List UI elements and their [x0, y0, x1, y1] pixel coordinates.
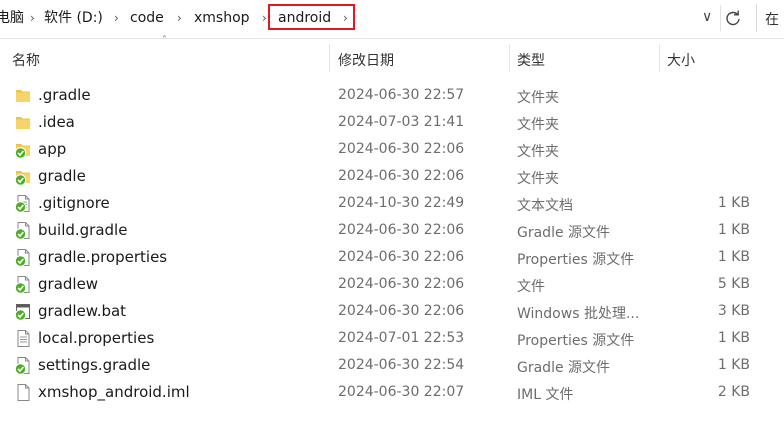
- file-size: 3 KB: [717, 303, 750, 319]
- file-row[interactable]: gradle 2024-06-30 22:06 文件夹: [0, 163, 784, 190]
- chevron-right-icon[interactable]: ›: [177, 9, 182, 27]
- file-size: 1 KB: [717, 195, 750, 211]
- file-synced-icon: [14, 222, 30, 240]
- chevron-down-icon[interactable]: ∨: [702, 9, 712, 25]
- file-type: 文件夹: [517, 171, 559, 187]
- file-date: 2024-07-01 22:53: [338, 330, 465, 346]
- chevron-right-icon[interactable]: ›: [343, 9, 348, 27]
- file-name[interactable]: app: [38, 140, 66, 158]
- file-size: 1 KB: [717, 249, 750, 265]
- file-date: 2024-10-30 22:49: [338, 195, 465, 211]
- folder-icon: [16, 117, 30, 129]
- file-name[interactable]: gradle: [38, 167, 86, 185]
- file-name[interactable]: .gradle: [38, 86, 91, 104]
- file-size: 1 KB: [717, 357, 750, 373]
- file-synced-icon: [14, 276, 30, 294]
- folder-synced-icon: [14, 171, 30, 186]
- file-synced-icon: [14, 357, 30, 375]
- file-name[interactable]: local.properties: [38, 329, 154, 347]
- file-name[interactable]: .idea: [38, 113, 75, 131]
- chevron-right-icon[interactable]: ›: [262, 9, 267, 27]
- file-type: 文本文档: [517, 198, 573, 214]
- blank-file-icon: [17, 384, 30, 401]
- file-row[interactable]: local.properties 2024-07-01 22:53 Properti…: [0, 325, 784, 352]
- text-file-synced-icon: [14, 195, 30, 213]
- folder-synced-icon: [14, 144, 30, 159]
- batch-file-synced-icon: [14, 304, 30, 321]
- file-date: 2024-07-03 21:41: [338, 114, 465, 130]
- file-type: Gradle 源文件: [517, 225, 611, 241]
- file-row[interactable]: gradlew.bat 2024-06-30 22:06 Windows 批处理..…: [0, 298, 784, 325]
- file-row[interactable]: gradle.properties 2024-06-30 22:06 Propert…: [0, 244, 784, 271]
- file-name[interactable]: .gitignore: [38, 194, 110, 212]
- column-header-name[interactable]: 名称: [12, 50, 40, 70]
- file-date: 2024-06-30 22:06: [338, 303, 465, 319]
- search-input[interactable]: 在: [765, 9, 779, 29]
- file-date: 2024-06-30 22:06: [338, 222, 465, 238]
- file-row[interactable]: .gradle 2024-06-30 22:57 文件夹: [0, 82, 784, 109]
- file-date: 2024-06-30 22:06: [338, 168, 465, 184]
- column-header-date[interactable]: 修改日期: [338, 50, 394, 70]
- file-size: 2 KB: [717, 384, 750, 400]
- file-name[interactable]: settings.gradle: [38, 356, 150, 374]
- file-name[interactable]: build.gradle: [38, 221, 127, 239]
- file-type: 文件夹: [517, 90, 559, 106]
- file-date: 2024-06-30 22:54: [338, 357, 465, 373]
- file-name[interactable]: xmshop_android.iml: [38, 383, 190, 401]
- file-name[interactable]: gradlew: [38, 275, 98, 293]
- column-divider[interactable]: [659, 44, 660, 72]
- column-divider[interactable]: [329, 44, 330, 72]
- file-type: Properties 源文件: [517, 333, 635, 349]
- breadcrumb-xmshop[interactable]: xmshop: [194, 8, 250, 28]
- file-type: 文件夹: [517, 117, 559, 133]
- file-type: Gradle 源文件: [517, 360, 611, 376]
- file-row[interactable]: build.gradle 2024-06-30 22:06 Gradle 源文件 1 …: [0, 217, 784, 244]
- sort-ascending-icon: ˄: [162, 35, 167, 46]
- file-size: 1 KB: [717, 330, 750, 346]
- file-date: 2024-06-30 22:06: [338, 141, 465, 157]
- file-row[interactable]: .idea 2024-07-03 21:41 文件夹: [0, 109, 784, 136]
- file-row[interactable]: app 2024-06-30 22:06 文件夹: [0, 136, 784, 163]
- text-file-icon: [17, 330, 30, 347]
- column-header-row: 名称 修改日期 类型 大小: [0, 38, 784, 78]
- file-synced-icon: [14, 249, 30, 267]
- chevron-right-icon[interactable]: ›: [114, 9, 119, 27]
- column-divider[interactable]: [509, 44, 510, 72]
- chevron-right-icon[interactable]: ›: [30, 9, 35, 27]
- refresh-icon[interactable]: [724, 8, 742, 28]
- breadcrumb-drive-d[interactable]: 软件 (D:): [44, 8, 103, 28]
- divider: [720, 5, 721, 31]
- file-name[interactable]: gradlew.bat: [38, 302, 126, 320]
- file-type: Windows 批处理...: [517, 306, 640, 322]
- address-bar[interactable]: 电脑 › 软件 (D:) › code › xmshop › android ›…: [0, 0, 784, 39]
- breadcrumb-this-pc[interactable]: 电脑: [0, 8, 24, 28]
- file-row[interactable]: settings.gradle 2024-06-30 22:54 Gradle 源文…: [0, 352, 784, 379]
- file-name[interactable]: gradle.properties: [38, 248, 167, 266]
- file-date: 2024-06-30 22:06: [338, 276, 465, 292]
- column-header-size[interactable]: 大小: [667, 50, 695, 70]
- file-size: 5 KB: [717, 276, 750, 292]
- file-type: IML 文件: [517, 387, 574, 403]
- file-date: 2024-06-30 22:57: [338, 87, 465, 103]
- folder-icon: [16, 90, 30, 102]
- file-type: 文件夹: [517, 144, 559, 160]
- file-row[interactable]: xmshop_android.iml 2024-06-30 22:07 IML 文件…: [0, 379, 784, 406]
- file-date: 2024-06-30 22:07: [338, 384, 465, 400]
- file-type: Properties 源文件: [517, 252, 635, 268]
- breadcrumb-code[interactable]: code: [130, 8, 164, 28]
- breadcrumb-android[interactable]: android: [278, 8, 331, 28]
- file-type: 文件: [517, 279, 545, 295]
- column-header-type[interactable]: 类型: [517, 50, 545, 70]
- file-row[interactable]: gradlew 2024-06-30 22:06 文件 5 KB: [0, 271, 784, 298]
- file-date: 2024-06-30 22:06: [338, 249, 465, 265]
- file-row[interactable]: .gitignore 2024-10-30 22:49 文本文档 1 KB: [0, 190, 784, 217]
- file-size: 1 KB: [717, 222, 750, 238]
